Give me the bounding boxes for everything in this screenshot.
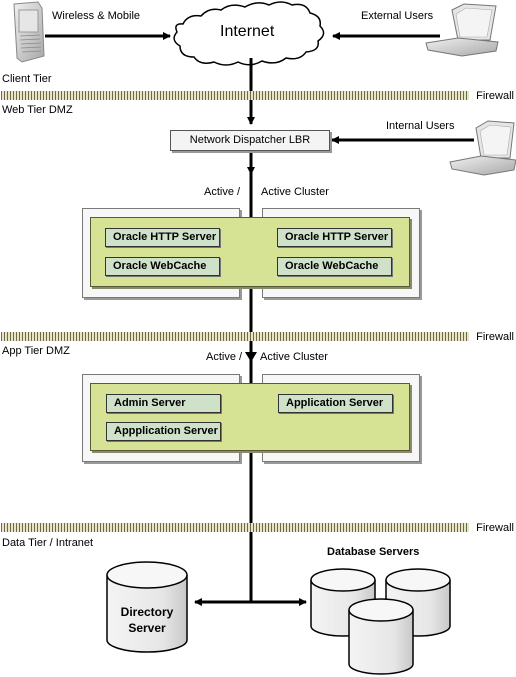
firewall-label-app: Firewall bbox=[476, 331, 514, 343]
application-server-left: Appplication Server bbox=[106, 422, 221, 441]
oracle-http-server-left: Oracle HTTP Server bbox=[105, 228, 220, 247]
oracle-webcache-left: Oracle WebCache bbox=[105, 257, 220, 276]
internet-label: Internet bbox=[220, 23, 275, 40]
firewall-stripe-web bbox=[1, 91, 469, 100]
client-tier-label: Client Tier bbox=[2, 73, 52, 85]
internal-users-label: Internal Users bbox=[386, 120, 455, 132]
cluster-label-right-web: Active Cluster bbox=[261, 186, 329, 198]
data-tier-label: Data Tier / Intranet bbox=[2, 537, 94, 549]
database-cylinder bbox=[348, 598, 414, 675]
oracle-webcache-right: Oracle WebCache bbox=[277, 257, 392, 276]
mobile-device-icon bbox=[13, 1, 45, 63]
cluster-label-left-web: Active / bbox=[204, 186, 241, 198]
web-tier-label: Web Tier DMZ bbox=[2, 104, 73, 116]
firewall-stripe-data bbox=[1, 523, 469, 532]
firewall-label-data: Firewall bbox=[476, 522, 514, 534]
application-server-right: Application Server bbox=[278, 394, 393, 413]
directory-server-line2: Server bbox=[128, 621, 166, 635]
directory-server-line1: Directory bbox=[120, 605, 174, 619]
admin-server: Admin Server bbox=[106, 394, 221, 413]
app-tier-arrowhead bbox=[245, 352, 257, 362]
internal-laptop-icon bbox=[449, 120, 516, 176]
external-laptop-icon bbox=[425, 3, 499, 57]
directory-server-label: Directory Server bbox=[107, 604, 187, 636]
network-dispatcher-lbr: Network Dispatcher LBR bbox=[170, 130, 330, 151]
app-tier-label: App Tier DMZ bbox=[2, 345, 70, 357]
firewall-label-web: Firewall bbox=[476, 90, 514, 102]
database-servers-label: Database Servers bbox=[327, 546, 420, 558]
wireless-mobile-label: Wireless & Mobile bbox=[52, 10, 141, 22]
firewall-stripe-app bbox=[1, 332, 469, 341]
oracle-http-server-right: Oracle HTTP Server bbox=[277, 228, 392, 247]
external-users-label: External Users bbox=[361, 10, 434, 22]
cluster-label-left-app: Active / bbox=[206, 351, 243, 363]
cluster-label-right-app: Active Cluster bbox=[260, 351, 328, 363]
